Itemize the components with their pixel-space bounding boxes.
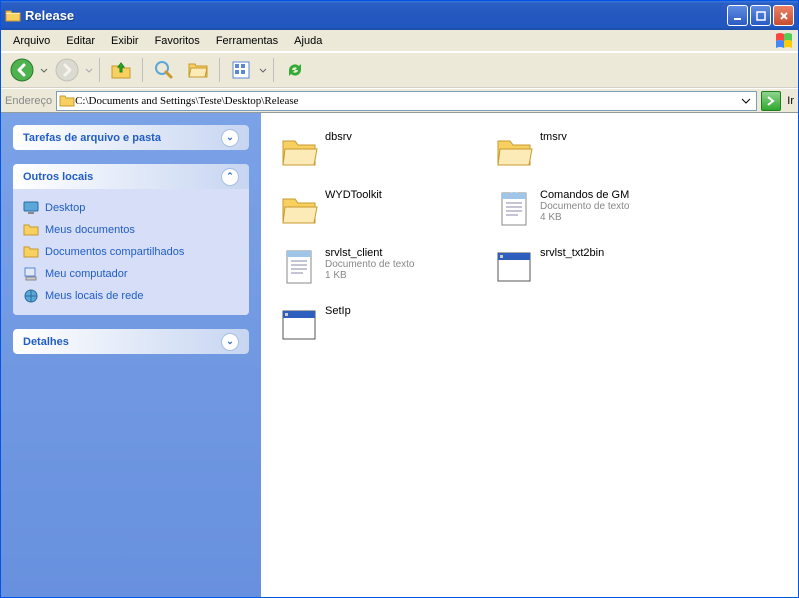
file-item-folder[interactable]: WYDToolkit bbox=[275, 185, 490, 233]
close-button[interactable] bbox=[773, 5, 794, 26]
network-icon bbox=[23, 288, 39, 304]
windows-flag-icon bbox=[774, 32, 794, 50]
menu-arquivo[interactable]: Arquivo bbox=[5, 33, 58, 49]
file-list: dbsrv tmsrv WYDToolkit Comandos de GM Do… bbox=[261, 113, 798, 597]
folder-icon bbox=[59, 93, 75, 109]
panel-details: Detalhes ⌄ bbox=[13, 329, 249, 354]
folder-icon bbox=[279, 131, 319, 171]
search-button[interactable] bbox=[149, 55, 179, 85]
sidebar-item-label: Meu computador bbox=[45, 268, 128, 280]
panel-other-title: Outros locais bbox=[23, 171, 221, 183]
computer-icon bbox=[23, 266, 39, 282]
file-name: srvlst_txt2bin bbox=[540, 247, 604, 259]
title-bar: Release bbox=[1, 1, 798, 30]
file-name: Comandos de GM bbox=[540, 189, 630, 201]
menu-favoritos[interactable]: Favoritos bbox=[147, 33, 208, 49]
address-bar: Endereço Ir bbox=[1, 88, 798, 112]
file-name: srvlst_client bbox=[325, 247, 415, 259]
app-icon bbox=[279, 305, 319, 345]
sidebar: Tarefas de arquivo e pasta ⌄ Outros loca… bbox=[1, 113, 261, 597]
toolbar-separator bbox=[99, 58, 100, 82]
sidebar-item-label: Meus documentos bbox=[45, 224, 135, 236]
sidebar-item-label: Meus locais de rede bbox=[45, 290, 143, 302]
file-size: 1 KB bbox=[325, 270, 415, 281]
file-name: WYDToolkit bbox=[325, 189, 382, 201]
sidebar-item-shared[interactable]: Documentos compartilhados bbox=[23, 241, 239, 263]
file-meta: Documento de texto bbox=[325, 259, 415, 270]
address-label: Endereço bbox=[5, 95, 52, 107]
file-item-text[interactable]: srvlst_client Documento de texto 1 KB bbox=[275, 243, 490, 291]
file-name: SetIp bbox=[325, 305, 351, 317]
minimize-button[interactable] bbox=[727, 5, 748, 26]
panel-other-header[interactable]: Outros locais ⌃ bbox=[13, 164, 249, 189]
sidebar-item-documents[interactable]: Meus documentos bbox=[23, 219, 239, 241]
file-meta: Documento de texto bbox=[540, 201, 630, 212]
file-name: tmsrv bbox=[540, 131, 567, 143]
content-area: Tarefas de arquivo e pasta ⌄ Outros loca… bbox=[1, 112, 798, 597]
expand-icon: ⌄ bbox=[221, 129, 239, 147]
menu-ajuda[interactable]: Ajuda bbox=[286, 33, 330, 49]
panel-other: Outros locais ⌃ Desktop Meus documentos … bbox=[13, 164, 249, 315]
file-item-folder[interactable]: dbsrv bbox=[275, 127, 490, 175]
app-icon bbox=[494, 247, 534, 287]
sidebar-item-network[interactable]: Meus locais de rede bbox=[23, 285, 239, 307]
toolbar-separator bbox=[273, 58, 274, 82]
window-title: Release bbox=[25, 8, 727, 23]
address-input-wrap[interactable] bbox=[56, 91, 757, 111]
menu-exibir[interactable]: Exibir bbox=[103, 33, 147, 49]
panel-tasks-header[interactable]: Tarefas de arquivo e pasta ⌄ bbox=[13, 125, 249, 150]
expand-icon: ⌄ bbox=[221, 333, 239, 351]
sidebar-item-desktop[interactable]: Desktop bbox=[23, 197, 239, 219]
address-input[interactable] bbox=[75, 95, 738, 107]
text-file-icon bbox=[279, 247, 319, 287]
text-file-icon bbox=[494, 189, 534, 229]
forward-dropdown-icon[interactable] bbox=[85, 57, 93, 83]
sync-button[interactable] bbox=[280, 55, 310, 85]
desktop-icon bbox=[23, 200, 39, 216]
forward-button[interactable] bbox=[52, 55, 82, 85]
folder-icon bbox=[23, 244, 39, 260]
file-item-app[interactable]: srvlst_txt2bin bbox=[490, 243, 705, 291]
folders-button[interactable] bbox=[183, 55, 213, 85]
folder-icon bbox=[23, 222, 39, 238]
menu-editar[interactable]: Editar bbox=[58, 33, 103, 49]
file-size: 4 KB bbox=[540, 212, 630, 223]
go-label: Ir bbox=[787, 95, 794, 107]
maximize-button[interactable] bbox=[750, 5, 771, 26]
address-dropdown-icon[interactable] bbox=[738, 93, 754, 109]
up-button[interactable] bbox=[106, 55, 136, 85]
toolbar-separator bbox=[142, 58, 143, 82]
sidebar-item-label: Documentos compartilhados bbox=[45, 246, 184, 258]
panel-details-header[interactable]: Detalhes ⌄ bbox=[13, 329, 249, 354]
back-button[interactable] bbox=[7, 55, 37, 85]
file-item-app[interactable]: SetIp bbox=[275, 301, 490, 349]
file-item-text[interactable]: Comandos de GM Documento de texto 4 KB bbox=[490, 185, 705, 233]
sidebar-item-computer[interactable]: Meu computador bbox=[23, 263, 239, 285]
toolbar-separator bbox=[219, 58, 220, 82]
file-item-folder[interactable]: tmsrv bbox=[490, 127, 705, 175]
folder-icon bbox=[494, 131, 534, 171]
menu-ferramentas[interactable]: Ferramentas bbox=[208, 33, 286, 49]
toolbar bbox=[1, 52, 798, 88]
sidebar-item-label: Desktop bbox=[45, 202, 85, 214]
go-button[interactable] bbox=[761, 91, 781, 111]
views-dropdown-icon[interactable] bbox=[259, 57, 267, 83]
panel-tasks: Tarefas de arquivo e pasta ⌄ bbox=[13, 125, 249, 150]
menu-bar: Arquivo Editar Exibir Favoritos Ferramen… bbox=[1, 30, 798, 52]
folder-icon bbox=[5, 8, 21, 24]
file-name: dbsrv bbox=[325, 131, 352, 143]
views-button[interactable] bbox=[226, 55, 256, 85]
folder-icon bbox=[279, 189, 319, 229]
back-dropdown-icon[interactable] bbox=[40, 57, 48, 83]
collapse-icon: ⌃ bbox=[221, 168, 239, 186]
panel-details-title: Detalhes bbox=[23, 336, 221, 348]
panel-tasks-title: Tarefas de arquivo e pasta bbox=[23, 132, 221, 144]
